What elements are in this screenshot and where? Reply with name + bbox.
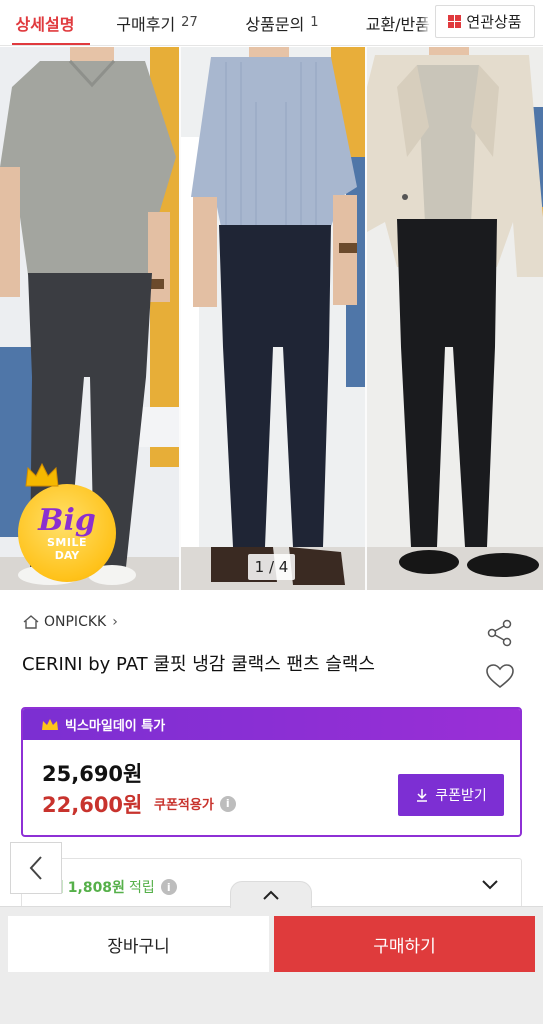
coupon-download-button[interactable]: 쿠폰받기 [398,774,504,816]
product-title: CERINI by PAT 쿨핏 냉감 쿨랙스 팬츠 슬랙스 [22,654,375,675]
tab-reviews-label: 구매후기 [116,14,176,34]
brand-name: ONPICKK [44,614,107,630]
chevron-down-icon[interactable] [481,879,499,891]
original-price: 25,690원 [42,762,143,786]
badge-day-text: DAY [54,549,80,562]
tab-details[interactable]: 상세설명 [0,0,90,45]
points-suffix: 적립 [128,880,155,896]
coupon-price-label-row: 쿠폰적용가 i [154,794,236,813]
heart-icon[interactable] [485,662,515,690]
cart-button-label: 장바구니 [107,936,170,957]
badge-big-text: Big [38,503,96,538]
download-icon [417,789,428,802]
tab-qna-label: 상품문의 [245,14,305,34]
price-box-header: 빅스마일데이 특가 [23,709,520,740]
tab-details-label: 상세설명 [15,14,75,34]
badge-smile-text: SMILE [47,536,87,549]
share-icon[interactable] [485,619,515,647]
chevron-up-icon [263,890,279,900]
price-box-header-label: 빅스마일데이 특가 [65,719,166,734]
event-badge: Big SMILE DAY [18,462,116,582]
crown-icon [25,462,59,487]
model-photo-3 [367,47,543,590]
tab-exchange-label: 교환/반품 [365,14,430,34]
product-image-carousel[interactable]: Big SMILE DAY 1 / 4 [0,47,543,590]
info-icon[interactable]: i [160,879,177,895]
coupon-price: 22,600원 [42,793,143,817]
points-amount: 1,808원 [67,880,125,896]
chevron-right-icon: › [112,614,118,630]
info-icon[interactable]: i [219,795,236,812]
tab-reviews-count: 27 [181,15,198,30]
buy-now-button[interactable]: 구매하기 [274,916,535,972]
add-to-cart-button[interactable]: 장바구니 [8,916,269,972]
back-button[interactable] [10,842,62,894]
grid-icon [448,15,462,28]
related-products-button[interactable]: 연관상품 [435,5,535,38]
related-products-label: 연관상품 [466,13,522,31]
crown-icon [42,719,58,730]
tab-exchange[interactable]: 교환/반품 [340,0,430,45]
home-icon [23,615,39,629]
coupon-button-label: 쿠폰받기 [435,788,487,804]
expand-handle[interactable] [230,881,312,908]
chevron-left-icon [29,856,42,880]
image-page-indicator: 1 / 4 [248,554,295,580]
buy-button-label: 구매하기 [373,936,436,957]
brand-link[interactable]: ONPICKK › [22,612,118,632]
price-box: 빅스마일데이 특가 25,690원 22,600원 쿠폰적용가 i 쿠폰받기 [21,707,522,837]
tab-reviews[interactable]: 구매후기 27 [90,0,224,45]
tab-qna-count: 1 [310,15,319,30]
tab-qna[interactable]: 상품문의 1 [224,0,340,45]
model-photo-2 [181,47,365,590]
coupon-price-label: 쿠폰적용가 [154,798,214,813]
